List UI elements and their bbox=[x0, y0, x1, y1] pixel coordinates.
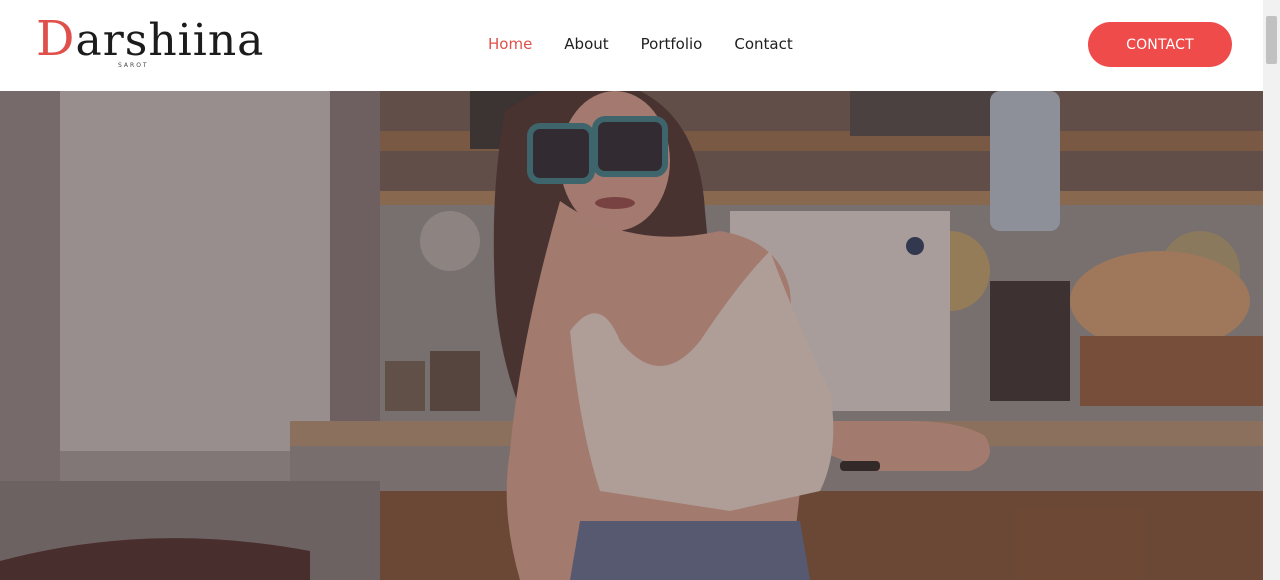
logo-wordmark: Darshiina bbox=[36, 14, 264, 66]
contact-button[interactable]: CONTACT bbox=[1088, 22, 1232, 67]
nav-about[interactable]: About bbox=[564, 34, 608, 54]
nav-contact[interactable]: Contact bbox=[734, 34, 792, 54]
logo-subtitle: SAROT bbox=[118, 62, 149, 69]
site-header: Darshiina SAROT Home About Portfolio Con… bbox=[0, 0, 1263, 91]
logo-name-rest: arshiina bbox=[75, 15, 265, 66]
main-nav: Home About Portfolio Contact bbox=[488, 34, 793, 54]
logo-initial: D bbox=[36, 11, 76, 67]
page-scrollbar[interactable] bbox=[1263, 0, 1280, 580]
nav-home[interactable]: Home bbox=[488, 34, 532, 54]
hero-banner bbox=[0, 91, 1263, 580]
scrollbar-thumb[interactable] bbox=[1266, 16, 1277, 64]
brand-logo[interactable]: Darshiina SAROT bbox=[36, 14, 263, 74]
hero-photo bbox=[0, 91, 1263, 580]
nav-portfolio[interactable]: Portfolio bbox=[641, 34, 703, 54]
